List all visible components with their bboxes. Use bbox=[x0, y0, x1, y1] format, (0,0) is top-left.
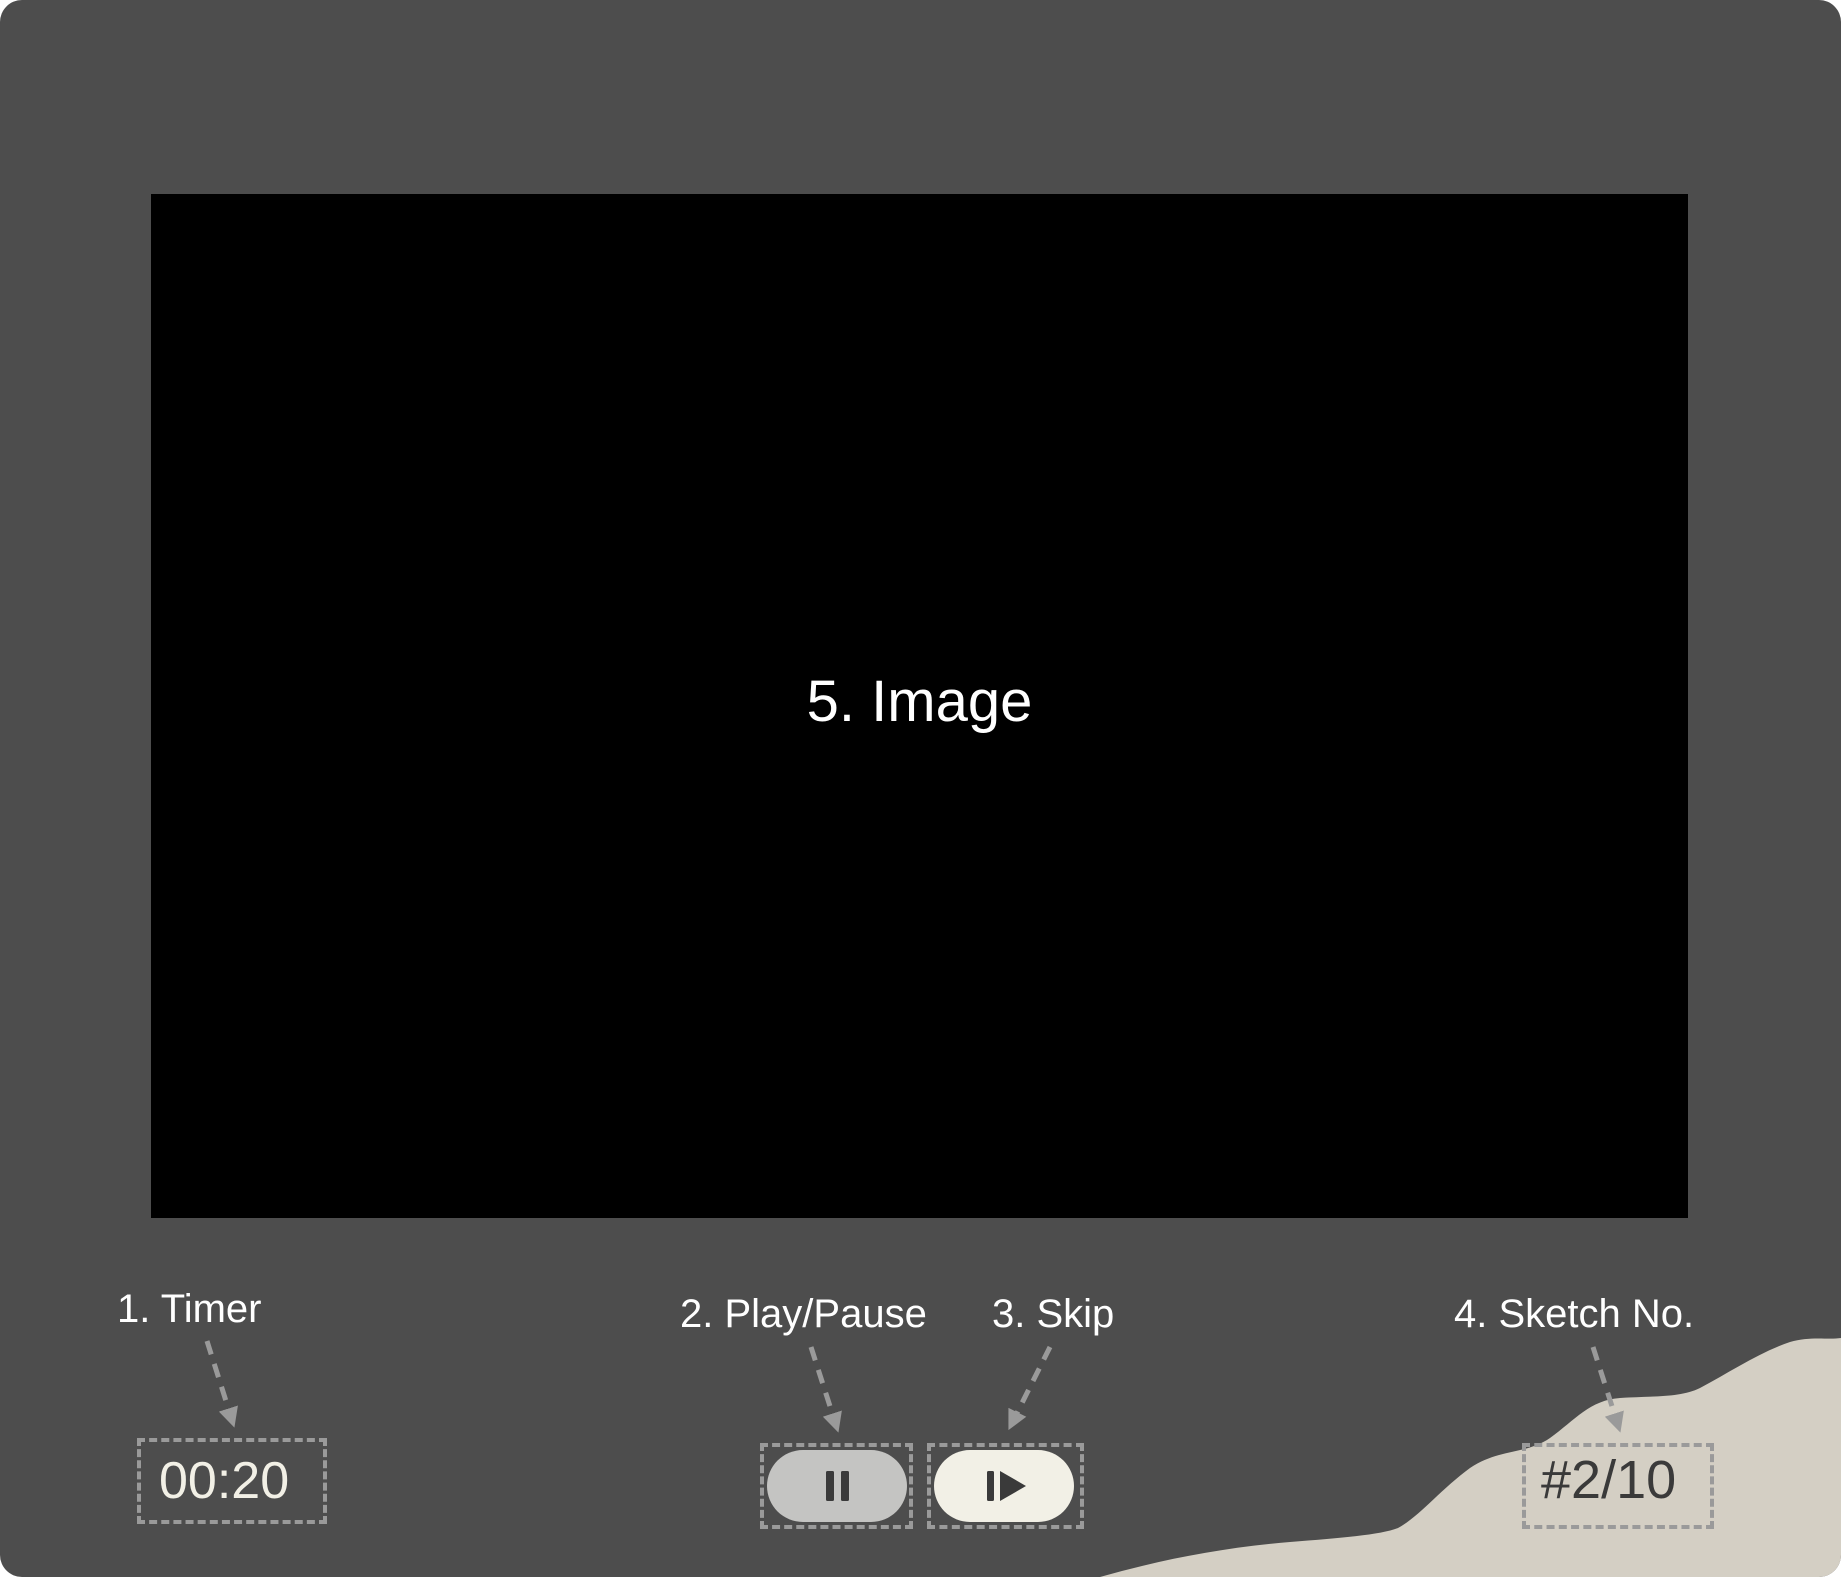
skip-callout: 3. Skip bbox=[992, 1292, 1115, 1336]
timer-display: 00:20 bbox=[159, 1452, 290, 1510]
skip-button[interactable] bbox=[934, 1450, 1074, 1522]
play-pause-callout: 2. Play/Pause bbox=[680, 1292, 927, 1336]
sketch-no-callout: 4. Sketch No. bbox=[1454, 1292, 1695, 1336]
torn-paper-shape bbox=[1100, 1338, 1841, 1577]
image-viewport: 5. Image bbox=[151, 194, 1688, 1218]
sketch-number-display: #2/10 bbox=[1541, 1450, 1677, 1510]
app-stage: 5. Image 1. Timer 2. Play/Pause 3. Skip … bbox=[0, 0, 1841, 1577]
pause-button[interactable] bbox=[767, 1450, 907, 1522]
pause-icon bbox=[826, 1471, 849, 1501]
viewport-label: 5. Image bbox=[806, 669, 1033, 734]
skip-next-icon bbox=[987, 1471, 1026, 1501]
timer-callout: 1. Timer bbox=[117, 1287, 262, 1331]
